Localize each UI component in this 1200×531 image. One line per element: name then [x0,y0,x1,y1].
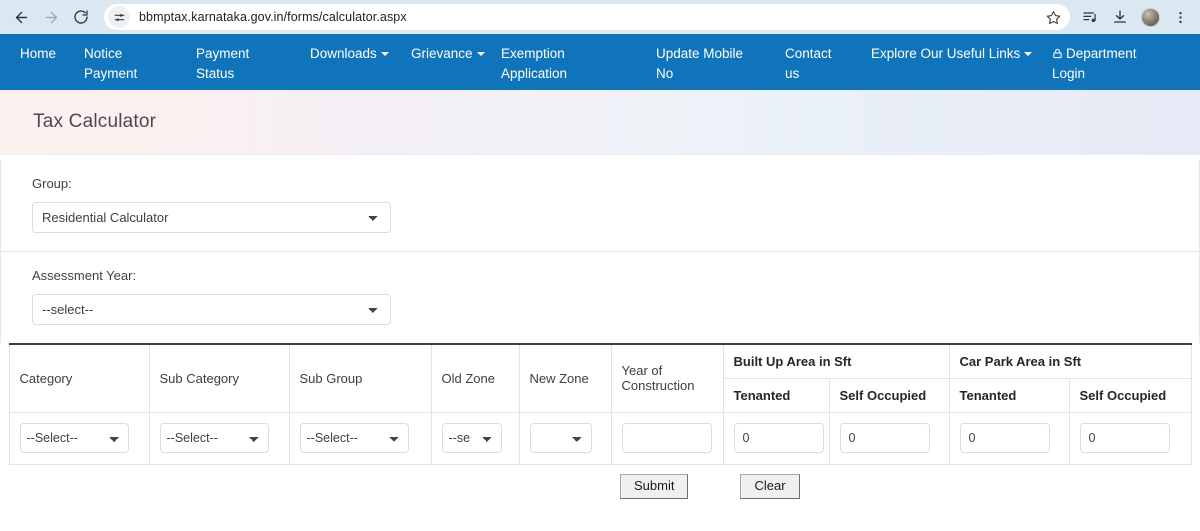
assessment-year-select[interactable]: --select-- [32,294,391,325]
browser-action-icons [1076,3,1194,31]
chevron-down-icon [476,51,485,56]
table-header-row-1: Category Sub Category Sub Group Old Zone… [8,343,1192,413]
group-field-row: Group: Residential Calculator [1,160,1199,252]
category-select[interactable]: --Select-- [19,423,129,453]
built-up-tenanted-input[interactable] [733,423,824,453]
back-arrow-icon [15,11,27,23]
back-button[interactable] [6,3,36,31]
page-title: Tax Calculator [33,111,157,132]
nav-item-label: Payment Status [196,46,250,81]
chevron-down-icon [380,51,389,56]
cell-category: --Select-- [8,411,150,465]
assessment-year-label: Assessment Year: [32,268,137,283]
chevron-down-icon [1024,51,1033,56]
cell-built-up-tenanted [722,411,830,465]
profile-avatar-icon [1140,7,1160,27]
nav-item-update-mobile-no[interactable]: Update Mobile No [656,42,756,86]
header-sub-category: Sub Category [148,343,290,413]
header-sub-group: Sub Group [288,343,432,413]
cell-sub-category: --Select-- [148,411,290,465]
chrome-menu-button[interactable] [1166,3,1194,31]
old-zone-select[interactable]: --se [441,423,502,453]
sub-category-select[interactable]: --Select-- [159,423,269,453]
media-control-button[interactable] [1076,3,1104,31]
nav-item-label: Grievance [411,46,473,61]
cell-car-park-self-occupied [1068,411,1192,465]
nav-item-contact-us[interactable]: Contact us [785,42,845,86]
nav-item-label: Home [20,46,57,61]
bookmark-star-icon[interactable] [1040,5,1066,29]
year-of-construction-input[interactable] [621,423,712,453]
header-car-park-tenanted: Tenanted [948,377,1070,413]
nav-item-label: Exemption Application [501,46,568,81]
assessment-year-field-row: Assessment Year: --select-- [1,252,1199,343]
submit-button[interactable]: Submit [620,473,689,499]
cell-car-park-tenanted [948,411,1070,465]
table-row: --Select-- --Select-- --Select-- --se [8,411,1192,465]
header-category: Category [8,343,150,413]
sub-group-select[interactable]: --Select-- [299,423,409,453]
car-park-tenanted-input[interactable] [959,423,1050,453]
nav-item-payment-status[interactable]: Payment Status [196,42,291,86]
form-actions: Submit Clear [0,465,1200,499]
calculator-table: Category Sub Category Sub Group Old Zone… [8,343,1192,465]
header-car-park-self-occupied: Self Occupied [1068,377,1192,413]
nav-item-home[interactable]: Home [20,42,80,66]
main-navigation: Home Notice Payment Payment Status Download… [0,34,1200,90]
nav-item-label: Contact us [785,46,832,81]
built-up-self-occupied-input[interactable] [839,423,930,453]
nav-item-downloads[interactable]: Downloads [310,42,400,66]
download-icon [1114,10,1126,23]
new-zone-select[interactable] [529,423,592,453]
reload-icon [74,10,88,24]
page-header-band: Tax Calculator [0,90,1200,155]
site-settings-icon[interactable] [108,6,130,28]
downloads-button[interactable] [1106,3,1134,31]
nav-item-department-login[interactable]: Department Login [1052,42,1157,86]
header-old-zone: Old Zone [430,343,520,413]
cell-old-zone: --se [430,411,520,465]
cell-built-up-self-occupied [828,411,950,465]
nav-item-label: Update Mobile No [656,46,744,81]
three-dot-menu-icon [1178,11,1182,23]
header-built-up-tenanted: Tenanted [722,377,830,413]
cell-year-of-construction [610,411,724,465]
header-built-up-self-occupied: Self Occupied [828,377,950,413]
header-year-of-construction: Year of Construction [610,343,724,413]
calculator-form-panel: Group: Residential Calculator Assessment… [0,160,1200,343]
forward-arrow-icon [45,11,57,23]
nav-item-grievance[interactable]: Grievance [411,42,496,66]
header-new-zone: New Zone [518,343,612,413]
media-playlist-icon [1083,12,1096,23]
header-car-park-area-group: Car Park Area in Sft [948,343,1192,379]
nav-item-exemption-application[interactable]: Exemption Application [501,42,601,86]
nav-item-label: Department Login [1052,46,1137,81]
reload-button[interactable] [66,3,96,31]
clear-button[interactable]: Clear [740,473,800,499]
nav-item-label: Downloads [310,46,377,61]
address-bar-url: bbmptax.karnataka.gov.in/forms/calculato… [139,10,407,24]
cell-sub-group: --Select-- [288,411,432,465]
car-park-self-occupied-input[interactable] [1079,423,1170,453]
forward-button[interactable] [36,3,66,31]
group-label: Group: [32,176,72,191]
group-select[interactable]: Residential Calculator [32,202,391,233]
lock-icon [1053,48,1062,59]
header-built-up-area-group: Built Up Area in Sft [722,343,950,379]
nav-item-notice-payment[interactable]: Notice Payment [84,42,174,86]
nav-item-label: Notice Payment [84,46,138,81]
cell-new-zone [518,411,612,465]
nav-item-label: Explore Our Useful Links [871,46,1021,61]
address-bar[interactable]: bbmptax.karnataka.gov.in/forms/calculato… [104,4,1070,30]
browser-toolbar: bbmptax.karnataka.gov.in/forms/calculato… [0,0,1200,34]
profile-button[interactable] [1136,3,1164,31]
nav-item-explore-our-useful-links[interactable]: Explore Our Useful Links [871,42,1036,66]
